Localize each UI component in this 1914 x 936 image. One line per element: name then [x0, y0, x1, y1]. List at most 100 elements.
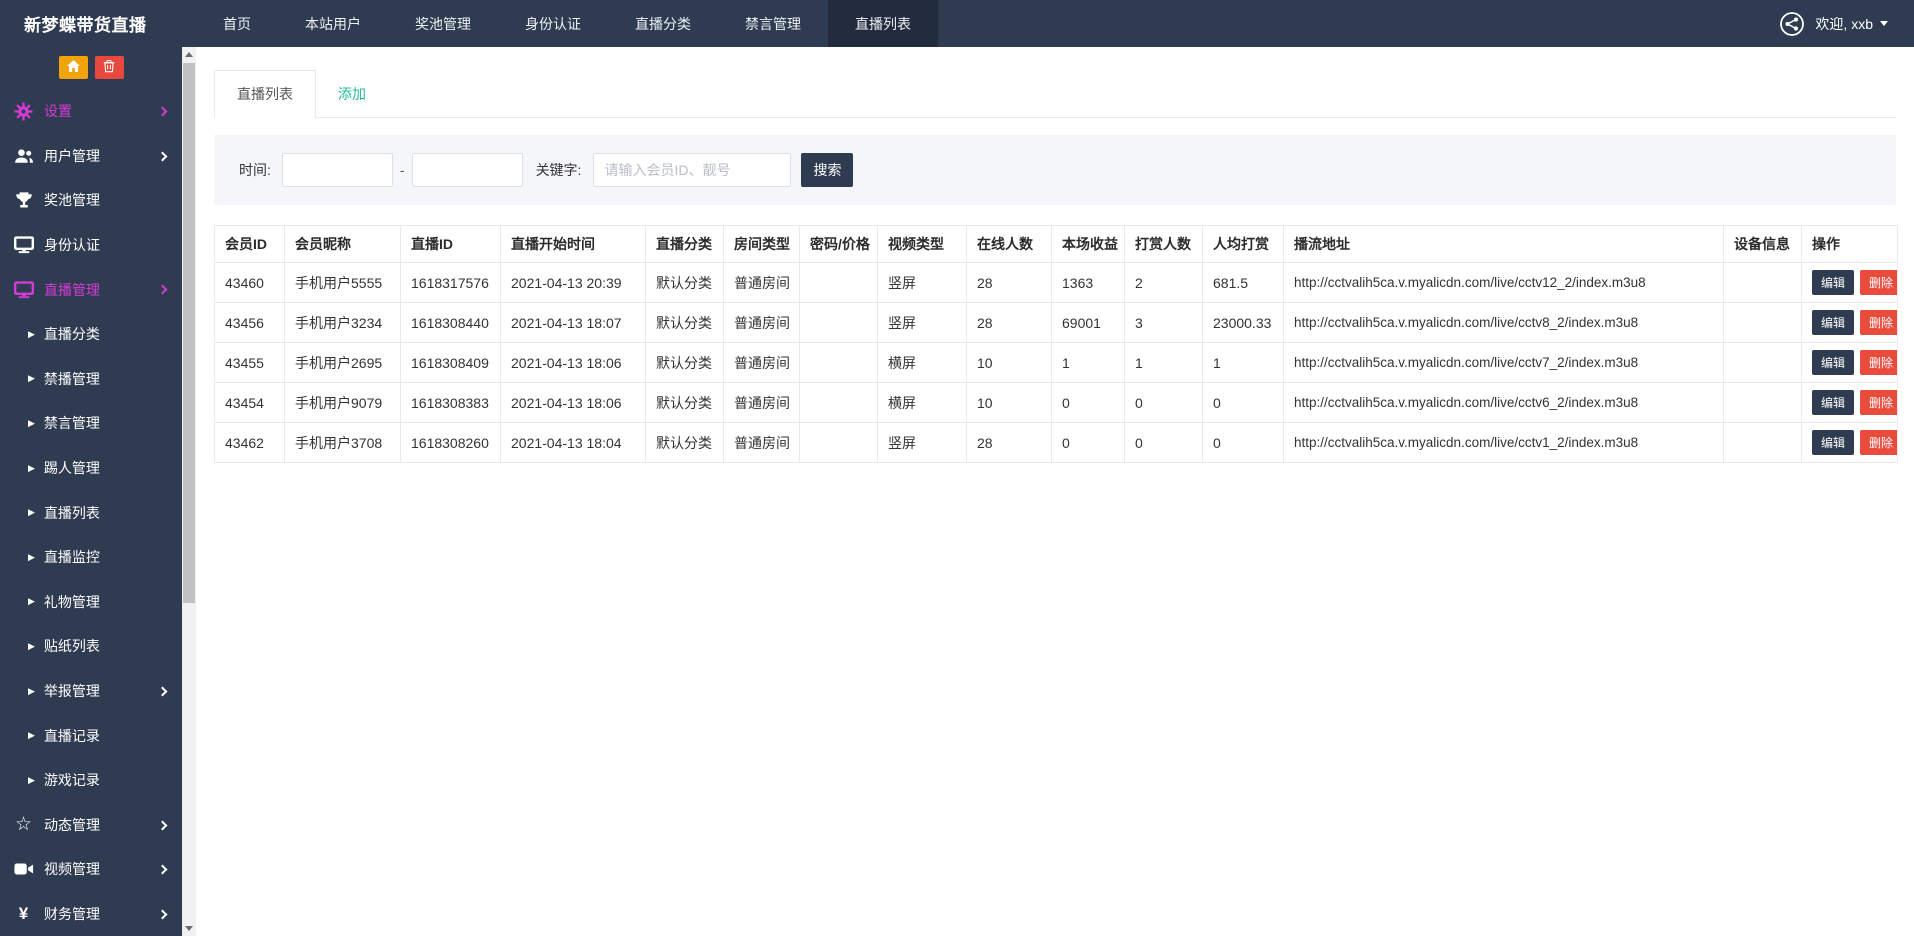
sidebar-item[interactable]: ▶直播记录 — [0, 713, 182, 758]
column-header: 会员ID — [215, 226, 285, 263]
scroll-up-arrow[interactable] — [182, 47, 196, 62]
top-nav-item[interactable]: 本站用户 — [278, 0, 388, 47]
top-nav-item[interactable]: 首页 — [196, 0, 278, 47]
sidebar-item[interactable]: ▶ 贴纸列表 — [0, 624, 182, 669]
trophy-icon — [13, 190, 34, 211]
table-cell: http://cctvalih5ca.v.myalicdn.com/live/c… — [1284, 383, 1724, 423]
table-cell: 0 — [1052, 383, 1125, 423]
edit-button[interactable]: 编辑 — [1812, 270, 1854, 295]
sidebar-item-label: 直播监控 — [44, 547, 168, 567]
top-nav-item[interactable]: 直播分类 — [608, 0, 718, 47]
delete-button[interactable]: 删除 — [1860, 310, 1897, 335]
scroll-down-arrow[interactable] — [182, 921, 196, 936]
live-list-table: 会员ID会员昵称直播ID直播开始时间直播分类房间类型密码/价格视频类型在线人数本… — [214, 225, 1898, 463]
keyword-input[interactable] — [593, 153, 791, 187]
table-cell: 竖屏 — [878, 263, 967, 303]
sidebar-quick-buttons — [0, 47, 182, 79]
table-cell: 2021-04-13 18:04 — [501, 423, 646, 463]
triangle-right-icon: ▶ — [28, 641, 35, 652]
table-cell: http://cctvalih5ca.v.myalicdn.com/live/c… — [1284, 423, 1724, 463]
table-cell: 手机用户9079 — [285, 383, 401, 423]
table-cell: 1 — [1052, 343, 1125, 383]
triangle-right-icon: ▶ — [28, 775, 35, 786]
sidebar-item[interactable]: 视频管理 — [0, 847, 182, 892]
triangle-right-icon: ▶ — [28, 463, 35, 474]
sidebar-item[interactable]: 奖池管理 — [0, 178, 182, 223]
sidebar-item[interactable]: ☆ 动态管理 — [0, 803, 182, 848]
top-nav-item[interactable]: 禁言管理 — [718, 0, 828, 47]
column-header: 设备信息 — [1724, 226, 1802, 263]
table-cell: 43454 — [215, 383, 285, 423]
sidebar-item[interactable]: ▶踢人管理 — [0, 446, 182, 491]
sidebar-item[interactable]: ▶禁播管理 — [0, 357, 182, 402]
column-header: 人均打赏 — [1203, 226, 1284, 263]
video-icon — [13, 859, 34, 880]
sidebar-scrollbar[interactable] — [182, 47, 196, 936]
user-menu[interactable]: 欢迎, xxb — [1815, 14, 1888, 34]
table-cell: 69001 — [1052, 303, 1125, 343]
table-cell: http://cctvalih5ca.v.myalicdn.com/live/c… — [1284, 263, 1724, 303]
top-nav-item[interactable]: 直播列表 — [828, 0, 938, 47]
table-cell: 默认分类 — [646, 423, 724, 463]
sidebar-item[interactable]: ▶游戏记录 — [0, 758, 182, 803]
sidebar-item[interactable]: 身份认证 — [0, 223, 182, 268]
star-icon: ☆ — [13, 814, 34, 835]
table-cell: 默认分类 — [646, 263, 724, 303]
delete-button[interactable]: 删除 — [1860, 430, 1897, 455]
table-cell: 1618308383 — [401, 383, 501, 423]
sidebar-item[interactable]: 直播管理 — [0, 267, 182, 312]
sidebar-item[interactable]: ▶直播监控 — [0, 535, 182, 580]
sidebar-item[interactable]: ▶礼物管理 — [0, 580, 182, 625]
table-cell: 10 — [967, 343, 1052, 383]
delete-button[interactable]: 删除 — [1860, 270, 1897, 295]
table-cell: 28 — [967, 423, 1052, 463]
table-row: 43456手机用户323416183084402021-04-13 18:07默… — [215, 303, 1898, 343]
delete-button[interactable]: 删除 — [1860, 350, 1897, 375]
time-from-input[interactable] — [282, 153, 393, 187]
monitor-icon — [13, 279, 34, 300]
trash-button[interactable] — [95, 56, 124, 79]
sidebar-item-label: 贴纸列表 — [44, 636, 168, 656]
scrollbar-thumb[interactable] — [183, 63, 195, 603]
triangle-right-icon: ▶ — [28, 507, 35, 518]
sidebar-item[interactable]: ▶直播分类 — [0, 312, 182, 357]
column-header: 在线人数 — [967, 226, 1052, 263]
column-header: 直播分类 — [646, 226, 724, 263]
sidebar-item[interactable]: ▶举报管理 — [0, 669, 182, 714]
sidebar-item-label: 用户管理 — [44, 146, 168, 166]
home-button[interactable] — [59, 56, 88, 79]
table-cell: 0 — [1052, 423, 1125, 463]
sidebar-item-label: 动态管理 — [44, 815, 168, 835]
column-header: 会员昵称 — [285, 226, 401, 263]
column-header: 密码/价格 — [800, 226, 878, 263]
table-cell: 681.5 — [1203, 263, 1284, 303]
time-label: 时间: — [239, 160, 271, 180]
edit-button[interactable]: 编辑 — [1812, 350, 1854, 375]
top-nav-item[interactable]: 奖池管理 — [388, 0, 498, 47]
sidebar-item-label: 设置 — [44, 101, 168, 121]
topbar: 新梦蝶带货直播 首页本站用户奖池管理身份认证直播分类禁言管理直播列表 欢迎, x… — [0, 0, 1914, 47]
tab-add[interactable]: 添加 — [316, 70, 388, 117]
sidebar-item[interactable]: 用户管理 — [0, 134, 182, 179]
search-button[interactable]: 搜索 — [801, 153, 853, 187]
edit-button[interactable]: 编辑 — [1812, 430, 1854, 455]
sidebar-menu: 设置用户管理奖池管理身份认证直播管理▶直播分类▶禁播管理▶禁言管理▶踢人管理▶直… — [0, 89, 182, 936]
table-cell: 默认分类 — [646, 383, 724, 423]
sidebar-item[interactable]: ¥财务管理 — [0, 892, 182, 936]
time-to-input[interactable] — [412, 153, 523, 187]
share-globe-icon[interactable] — [1779, 11, 1805, 37]
tab-live-list[interactable]: 直播列表 — [214, 70, 316, 118]
sidebar-item[interactable]: ▶禁言管理 — [0, 401, 182, 446]
table-cell: 0 — [1125, 423, 1203, 463]
sidebar-item[interactable]: 设置 — [0, 89, 182, 134]
table-cell: 默认分类 — [646, 343, 724, 383]
table-cell: 2021-04-13 18:06 — [501, 383, 646, 423]
table-cell: 横屏 — [878, 343, 967, 383]
edit-button[interactable]: 编辑 — [1812, 390, 1854, 415]
edit-button[interactable]: 编辑 — [1812, 310, 1854, 335]
sidebar-item[interactable]: ▶直播列表 — [0, 490, 182, 535]
delete-button[interactable]: 删除 — [1860, 390, 1897, 415]
top-nav-item[interactable]: 身份认证 — [498, 0, 608, 47]
table-cell: 10 — [967, 383, 1052, 423]
brand-logo[interactable]: 新梦蝶带货直播 — [0, 0, 196, 47]
